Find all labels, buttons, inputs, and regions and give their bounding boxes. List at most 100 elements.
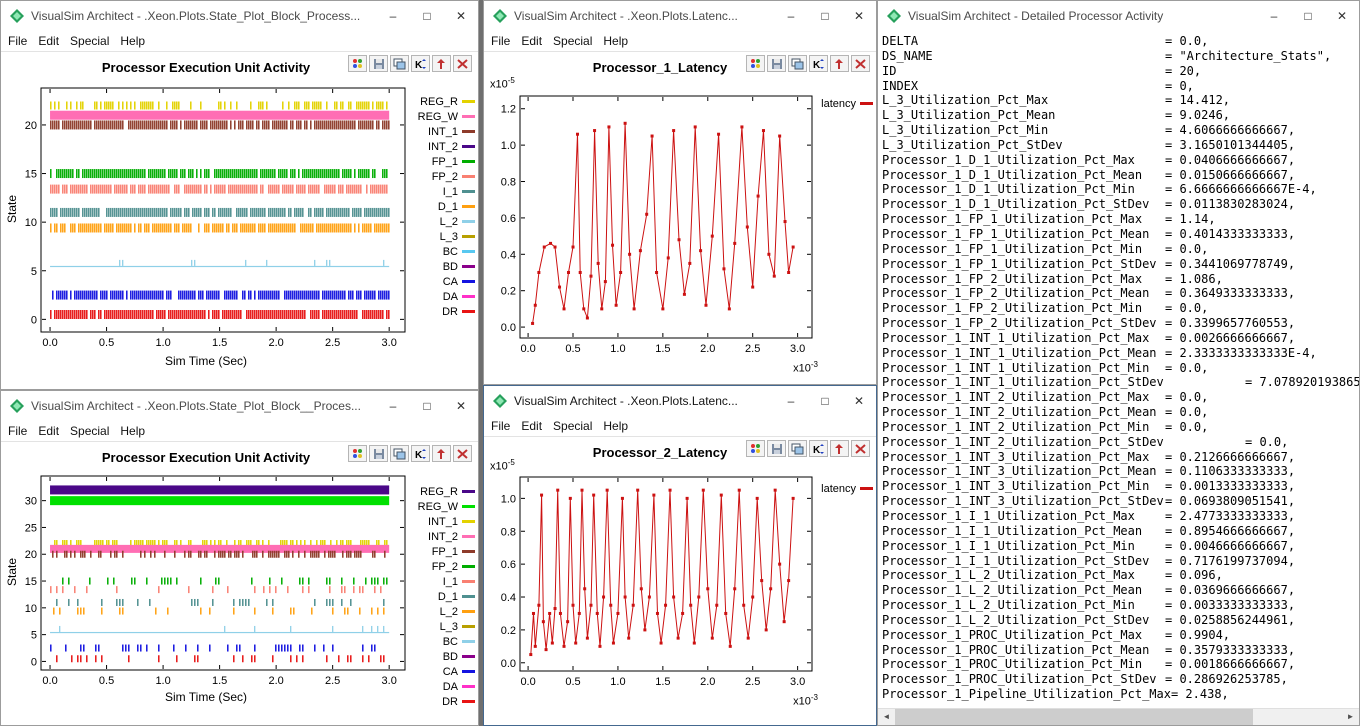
svg-text:2.0: 2.0 — [268, 337, 283, 349]
menu-item-file[interactable]: File — [491, 34, 510, 48]
save-plot-button[interactable] — [767, 440, 786, 457]
titlebar[interactable]: VisualSim Architect - .Xeon.Plots.State_… — [1, 1, 478, 31]
plot-area: Processor_2_Latency K x10-5 0.00.20.40.6… — [484, 437, 876, 725]
close-button[interactable]: ✕ — [444, 1, 478, 31]
maximize-button[interactable]: □ — [808, 386, 842, 416]
svg-text:3.0: 3.0 — [790, 676, 805, 688]
stats-line: Processor_1_PROC_Utilization_Pct_Mean= 0… — [882, 643, 1359, 658]
legend-label: CA — [443, 666, 458, 678]
legend-color-mark — [462, 250, 475, 253]
state-plot-canvas[interactable]: 051015200.00.51.01.52.02.53.0 — [1, 80, 411, 350]
export-window-button[interactable] — [788, 55, 807, 72]
menu-item-file[interactable]: File — [491, 419, 510, 433]
stats-line: Processor_1_INT_1_Utilization_Pct_Mean= … — [882, 346, 1359, 361]
menu-item-special[interactable]: Special — [553, 419, 592, 433]
zoom-in-button[interactable] — [432, 55, 451, 72]
legend-color-mark — [462, 565, 475, 568]
minimize-button[interactable]: – — [774, 386, 808, 416]
plot-toolbar: K — [348, 55, 472, 72]
zoom-in-button[interactable] — [830, 55, 849, 72]
legend-color-mark — [462, 655, 475, 658]
stats-line: Processor_1_PROC_Utilization_Pct_Max= 0.… — [882, 628, 1359, 643]
save-plot-button[interactable] — [369, 55, 388, 72]
titlebar[interactable]: VisualSim Architect - .Xeon.Plots.Latenc… — [484, 386, 876, 416]
reset-axes-button[interactable] — [851, 440, 870, 457]
close-button[interactable]: ✕ — [444, 391, 478, 421]
svg-text:K: K — [415, 60, 423, 70]
svg-text:0.8: 0.8 — [501, 177, 516, 189]
menu-item-edit[interactable]: Edit — [38, 424, 59, 438]
zoom-fit-button[interactable]: K — [809, 55, 828, 72]
color-palette-button[interactable] — [348, 55, 367, 72]
plot-legend: latency — [811, 96, 873, 111]
menu-item-edit[interactable]: Edit — [521, 34, 542, 48]
zoom-fit-button[interactable]: K — [411, 55, 430, 72]
titlebar[interactable]: VisualSim Architect - Detailed Processor… — [878, 1, 1359, 31]
latency-plot-canvas[interactable]: 0.00.20.40.60.81.01.20.00.51.01.52.02.53… — [484, 90, 824, 356]
close-button[interactable]: ✕ — [1325, 1, 1359, 31]
menu-item-file[interactable]: File — [8, 34, 27, 48]
svg-text:2.5: 2.5 — [325, 675, 340, 687]
menu-item-help[interactable]: Help — [603, 419, 628, 433]
zoom-fit-button[interactable]: K — [411, 445, 430, 462]
close-button[interactable]: ✕ — [842, 386, 876, 416]
export-window-button[interactable] — [390, 55, 409, 72]
stats-line: Processor_1_Pipeline_Utilization_Pct_Max… — [882, 687, 1359, 702]
legend-item-ca: CA — [405, 274, 475, 289]
zoom-in-button[interactable] — [830, 440, 849, 457]
latency-plot-canvas[interactable]: 0.00.20.40.60.81.00.00.51.01.52.02.53.0 — [484, 471, 824, 691]
legend-item-fp_2: FP_2 — [405, 559, 475, 574]
scroll-left-arrow[interactable]: ◄ — [878, 709, 895, 725]
export-window-button[interactable] — [390, 445, 409, 462]
reset-axes-button[interactable] — [453, 445, 472, 462]
menu-item-edit[interactable]: Edit — [38, 34, 59, 48]
save-plot-button[interactable] — [369, 445, 388, 462]
legend-label: INT_1 — [428, 126, 458, 138]
stats-line: Processor_1_INT_3_Utilization_Pct_StDev=… — [882, 494, 1359, 509]
menu-item-help[interactable]: Help — [603, 34, 628, 48]
menu-item-help[interactable]: Help — [120, 424, 145, 438]
color-palette-button[interactable] — [746, 55, 765, 72]
zoom-fit-button[interactable]: K — [809, 440, 828, 457]
minimize-button[interactable]: – — [1257, 1, 1291, 31]
stats-line: Processor_1_D_1_Utilization_Pct_Max= 0.0… — [882, 153, 1359, 168]
close-button[interactable]: ✕ — [842, 1, 876, 31]
titlebar[interactable]: VisualSim Architect - .Xeon.Plots.State_… — [1, 391, 478, 421]
menu-item-special[interactable]: Special — [553, 34, 592, 48]
scroll-thumb[interactable] — [895, 709, 1253, 725]
save-plot-button[interactable] — [767, 55, 786, 72]
titlebar[interactable]: VisualSim Architect - .Xeon.Plots.Latenc… — [484, 1, 876, 31]
horizontal-scrollbar[interactable]: ◄ ► — [878, 708, 1359, 725]
svg-text:10: 10 — [25, 217, 37, 229]
minimize-button[interactable]: – — [376, 391, 410, 421]
zoom-in-button[interactable] — [432, 445, 451, 462]
maximize-button[interactable]: □ — [1291, 1, 1325, 31]
menu-item-file[interactable]: File — [8, 424, 27, 438]
menu-item-help[interactable]: Help — [120, 34, 145, 48]
menu-item-special[interactable]: Special — [70, 34, 109, 48]
menu-item-special[interactable]: Special — [70, 424, 109, 438]
menu-item-edit[interactable]: Edit — [521, 419, 542, 433]
export-window-button[interactable] — [788, 440, 807, 457]
svg-text:1.0: 1.0 — [501, 140, 516, 152]
maximize-button[interactable]: □ — [410, 391, 444, 421]
minimize-button[interactable]: – — [774, 1, 808, 31]
svg-text:0: 0 — [31, 314, 37, 326]
scroll-track[interactable] — [1253, 709, 1342, 725]
svg-text:1.0: 1.0 — [610, 343, 625, 355]
state-plot-canvas[interactable]: 0510152025300.00.51.01.52.02.53.0 — [1, 470, 411, 688]
svg-text:2.5: 2.5 — [745, 676, 760, 688]
legend-color-mark — [462, 580, 475, 583]
legend-item-d_1: D_1 — [405, 589, 475, 604]
maximize-button[interactable]: □ — [808, 1, 842, 31]
reset-axes-button[interactable] — [453, 55, 472, 72]
scroll-right-arrow[interactable]: ► — [1342, 709, 1359, 725]
minimize-button[interactable]: – — [376, 1, 410, 31]
plot-area: Processor Execution Unit Activity K Stat… — [1, 442, 478, 725]
color-palette-button[interactable] — [348, 445, 367, 462]
legend-item-int_1: INT_1 — [405, 514, 475, 529]
y-scale-label: x10-5 — [490, 76, 515, 91]
color-palette-button[interactable] — [746, 440, 765, 457]
maximize-button[interactable]: □ — [410, 1, 444, 31]
reset-axes-button[interactable] — [851, 55, 870, 72]
